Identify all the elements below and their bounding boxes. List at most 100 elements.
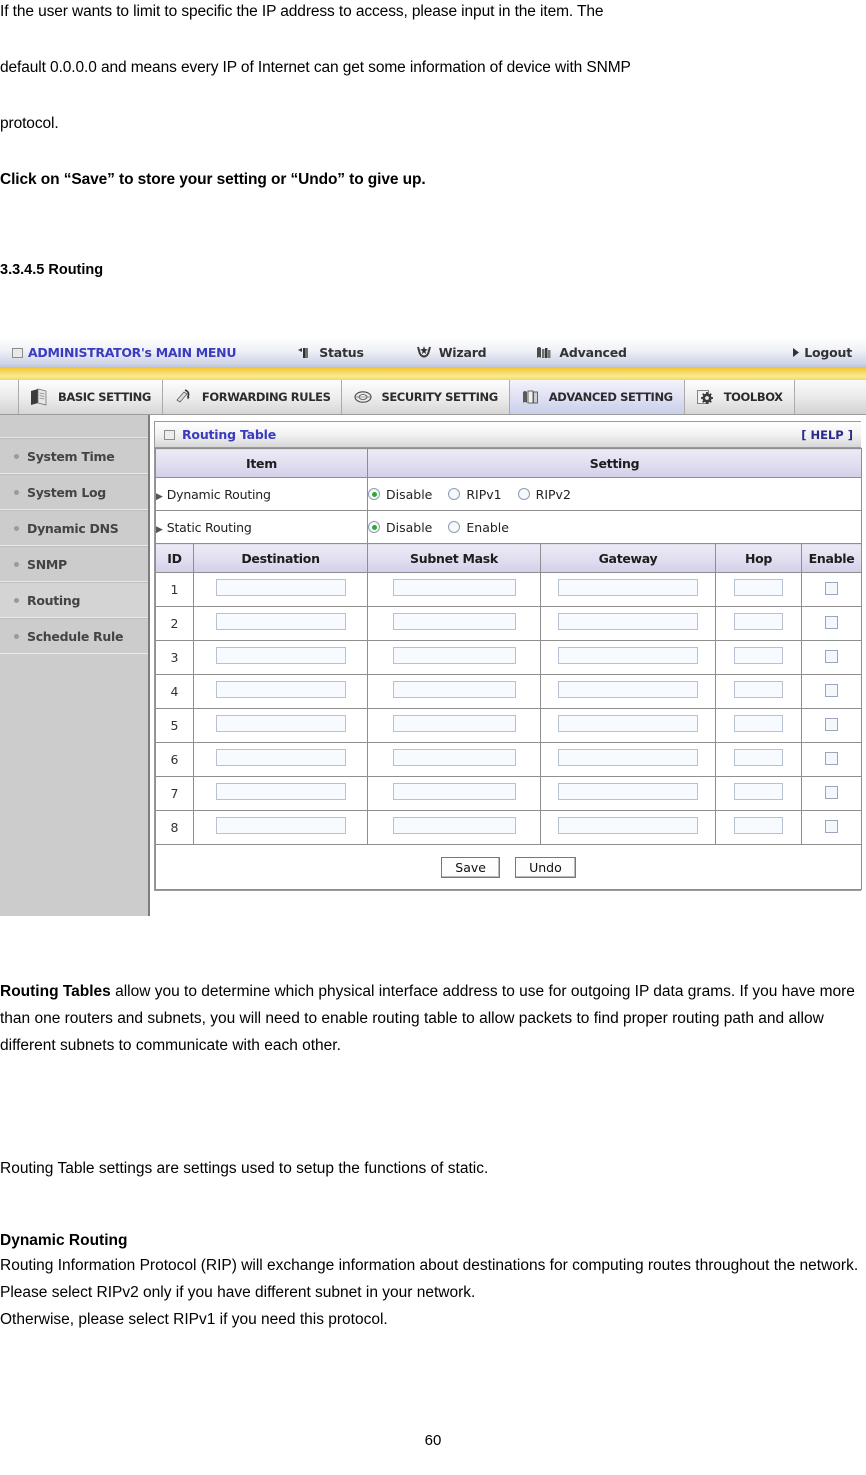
hop-input[interactable] — [734, 715, 783, 732]
sidebar-item-snmp[interactable]: SNMP — [0, 546, 148, 582]
admin-link-logout[interactable]: Logout — [792, 345, 852, 360]
subnet-mask-input[interactable] — [393, 749, 516, 766]
destination-input[interactable] — [216, 647, 346, 664]
help-link[interactable]: [ HELP ] — [801, 428, 853, 442]
triangle-right-icon — [792, 348, 800, 357]
tab-toolbox[interactable]: TOOLBOX — [685, 380, 795, 414]
gateway-input[interactable] — [558, 783, 698, 800]
sidebar-item-schedule-rule[interactable]: Schedule Rule — [0, 618, 148, 654]
enable-checkbox[interactable] — [825, 684, 838, 697]
tab-forwarding-rules[interactable]: FORWARDING RULES — [163, 380, 343, 414]
triangle-right-icon: ▶ — [156, 492, 163, 502]
sidebar-item-system-time[interactable]: System Time — [0, 438, 148, 474]
gateway-input[interactable] — [558, 715, 698, 732]
gateway-input[interactable] — [558, 613, 698, 630]
destination-input[interactable] — [216, 817, 346, 834]
destination-input[interactable] — [216, 749, 346, 766]
tab-basic-setting[interactable]: BASIC SETTING — [18, 380, 163, 414]
enable-checkbox[interactable] — [825, 752, 838, 765]
cell-destination — [194, 811, 368, 845]
radio-dynamic-disable[interactable] — [368, 488, 380, 500]
cell-gateway — [541, 743, 716, 777]
cell-destination — [194, 675, 368, 709]
enable-checkbox[interactable] — [825, 582, 838, 595]
admin-link-wizard[interactable]: Wizard — [416, 345, 487, 360]
subnet-mask-input[interactable] — [393, 613, 516, 630]
row-id: 8 — [156, 811, 194, 845]
gateway-input[interactable] — [558, 817, 698, 834]
tab-advanced-setting[interactable]: ADVANCED SETTING — [510, 380, 685, 414]
arrow-pages-icon — [174, 388, 194, 406]
admin-link-status[interactable]: Status — [298, 345, 364, 360]
subnet-mask-input[interactable] — [393, 715, 516, 732]
sidebar-item-routing-label: Routing — [27, 593, 80, 608]
destination-input[interactable] — [216, 783, 346, 800]
hop-input[interactable] — [734, 579, 783, 596]
yellow-divider-bar — [0, 368, 866, 380]
gateway-input[interactable] — [558, 749, 698, 766]
undo-button[interactable]: Undo — [515, 857, 576, 878]
hop-input[interactable] — [734, 613, 783, 630]
destination-input[interactable] — [216, 613, 346, 630]
cell-gateway — [541, 573, 716, 607]
cell-hop — [716, 675, 802, 709]
cell-enable — [802, 777, 862, 811]
click-instruction: Click on “Save” to store your setting or… — [0, 152, 866, 208]
gateway-input[interactable] — [558, 647, 698, 664]
sidebar-item-dynamic-dns[interactable]: Dynamic DNS — [0, 510, 148, 546]
gateway-input[interactable] — [558, 579, 698, 596]
destination-input[interactable] — [216, 681, 346, 698]
sidebar-spacer — [0, 415, 148, 438]
hop-input[interactable] — [734, 817, 783, 834]
intro-text-block: If the user wants to limit to specific t… — [0, 0, 866, 208]
sidebar-item-dynamic-dns-label: Dynamic DNS — [27, 521, 118, 536]
destination-input[interactable] — [216, 715, 346, 732]
radio-dynamic-ripv2[interactable] — [518, 488, 530, 500]
destination-input[interactable] — [216, 579, 346, 596]
save-button[interactable]: Save — [441, 857, 500, 878]
hop-input[interactable] — [734, 749, 783, 766]
enable-checkbox[interactable] — [825, 650, 838, 663]
enable-checkbox[interactable] — [825, 786, 838, 799]
enable-checkbox[interactable] — [825, 718, 838, 731]
cell-subnet-mask — [368, 811, 541, 845]
row-id: 5 — [156, 709, 194, 743]
row-id: 4 — [156, 675, 194, 709]
sidebar-item-schedule-rule-label: Schedule Rule — [27, 629, 123, 644]
settings-header-row: Item Setting — [156, 449, 862, 478]
panel-title-label: Routing Table — [182, 427, 276, 442]
sidebar-item-routing[interactable]: Routing — [0, 582, 148, 618]
tab-security-setting[interactable]: SECURITY SETTING — [342, 380, 509, 414]
bullet-icon — [14, 490, 19, 495]
radio-dynamic-ripv1-label: RIPv1 — [466, 487, 501, 502]
dynamic-routing-paragraph-2: Otherwise, please select RIPv1 if you ne… — [0, 1306, 866, 1333]
col-header-enable: Enable — [802, 544, 862, 573]
subnet-mask-input[interactable] — [393, 647, 516, 664]
admin-link-advanced[interactable]: Advanced — [536, 345, 626, 360]
radio-static-disable[interactable] — [368, 521, 380, 533]
hop-input[interactable] — [734, 647, 783, 664]
window-square-icon — [164, 430, 175, 440]
sidebar-item-system-log[interactable]: System Log — [0, 474, 148, 510]
subnet-mask-input[interactable] — [393, 681, 516, 698]
cell-gateway — [541, 675, 716, 709]
content-area: Routing Table [ HELP ] Item Setting — [150, 415, 866, 916]
hop-input[interactable] — [734, 783, 783, 800]
sidebar-item-system-time-label: System Time — [27, 449, 114, 464]
cell-gateway — [541, 811, 716, 845]
subnet-mask-input[interactable] — [393, 783, 516, 800]
radio-static-enable[interactable] — [448, 521, 460, 533]
gear-icon — [696, 388, 716, 406]
wizard-icon — [416, 346, 432, 360]
tab-forwarding-rules-label: FORWARDING RULES — [202, 390, 331, 404]
gateway-input[interactable] — [558, 681, 698, 698]
enable-checkbox[interactable] — [825, 616, 838, 629]
radio-dynamic-ripv1[interactable] — [448, 488, 460, 500]
admin-link-logout-label: Logout — [804, 345, 852, 360]
subnet-mask-input[interactable] — [393, 579, 516, 596]
radio-dynamic-ripv2-label: RIPv2 — [536, 487, 571, 502]
col-header-setting: Setting — [368, 449, 862, 478]
subnet-mask-input[interactable] — [393, 817, 516, 834]
enable-checkbox[interactable] — [825, 820, 838, 833]
hop-input[interactable] — [734, 681, 783, 698]
